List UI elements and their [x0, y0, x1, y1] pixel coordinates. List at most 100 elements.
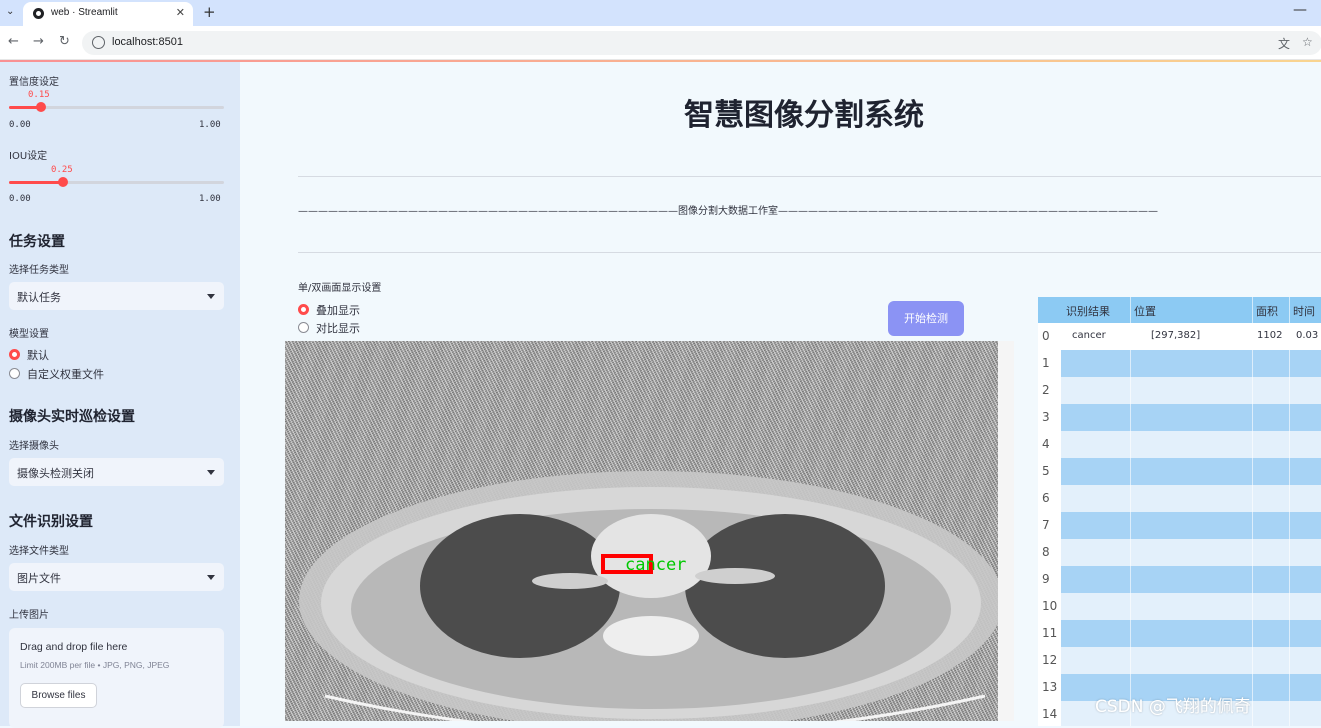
conf-min: 0.00	[9, 120, 31, 130]
iou-label: IOU设定	[9, 151, 48, 162]
forward-arrow-icon[interactable]: →	[33, 34, 44, 49]
tab-title: web · Streamlit	[51, 7, 118, 18]
row-index: 0	[1038, 323, 1061, 350]
camera-label: 选择摄像头	[9, 441, 59, 452]
conf-max: 1.00	[199, 120, 221, 130]
file-section-heading: 文件识别设置	[9, 514, 93, 530]
browse-files-button[interactable]: Browse files	[20, 683, 97, 708]
new-tab-icon[interactable]: +	[203, 3, 216, 21]
conf-label: 置信度设定	[9, 77, 59, 88]
model-option-label: 默认	[27, 349, 49, 362]
table-row[interactable]: 7	[1038, 512, 1321, 539]
table-row[interactable]: 11	[1038, 620, 1321, 647]
iou-max: 1.00	[199, 194, 221, 204]
divider	[298, 176, 1321, 177]
ct-scan-image: cancer	[285, 341, 1014, 721]
table-row[interactable]: 8	[1038, 539, 1321, 566]
column-divider	[1130, 297, 1131, 726]
start-detection-button[interactable]: 开始检测	[888, 301, 964, 336]
display-mode-option-label: 对比显示	[316, 322, 360, 335]
table-row[interactable]: 3	[1038, 404, 1321, 431]
table-row[interactable]: 4	[1038, 431, 1321, 458]
camera-select[interactable]: 摄像头检测关闭	[9, 458, 224, 486]
table-row[interactable]: 2	[1038, 377, 1321, 404]
radio-selected-icon[interactable]	[298, 304, 309, 315]
main-content: 智慧图像分割系统 ———————————————————————————————…	[240, 62, 1321, 726]
divider	[298, 252, 1321, 253]
iou-slider-fill	[9, 181, 63, 184]
site-info-icon[interactable]	[92, 36, 105, 49]
display-mode-label: 单/双画面显示设置	[298, 283, 382, 294]
iou-slider[interactable]	[9, 177, 224, 187]
task-type-select[interactable]: 默认任务	[9, 282, 224, 310]
file-type-select[interactable]: 图片文件	[9, 563, 224, 591]
task-type-label: 选择任务类型	[9, 265, 69, 276]
table-row[interactable]: 0 cancer [297,382] 1102 0.03	[1038, 323, 1321, 350]
file-dropzone[interactable]: Drag and drop file here Limit 200MB per …	[9, 628, 224, 728]
row-index: 8	[1038, 539, 1061, 566]
upload-label: 上传图片	[9, 610, 49, 621]
caret-down-icon	[207, 575, 215, 580]
conf-slider-thumb[interactable]	[36, 102, 47, 112]
task-type-value: 默认任务	[17, 291, 61, 304]
tab-list-chevron-icon[interactable]: ⌄	[6, 6, 14, 17]
iou-value: 0.25	[51, 165, 73, 175]
browser-tab-bar: ⌄ web · Streamlit ✕ + —	[0, 0, 1321, 26]
row-index: 1	[1038, 350, 1061, 377]
radio-unselected-icon[interactable]	[9, 368, 20, 379]
column-divider	[1252, 297, 1253, 726]
reload-icon[interactable]: ↻	[59, 34, 70, 49]
column-header[interactable]: 位置	[1134, 303, 1156, 319]
iou-slider-thumb[interactable]	[57, 177, 68, 187]
camera-section-heading: 摄像头实时巡检设置	[9, 409, 135, 425]
url-text: localhost:8501	[112, 36, 183, 48]
row-index: 4	[1038, 431, 1061, 458]
column-header[interactable]: 面积	[1256, 303, 1278, 319]
cell-area: 1102	[1257, 330, 1283, 341]
table-row[interactable]: 6	[1038, 485, 1321, 512]
file-type-value: 图片文件	[17, 572, 61, 585]
dropzone-limit: Limit 200MB per file • JPG, PNG, JPEG	[20, 660, 170, 670]
caret-down-icon	[207, 294, 215, 299]
task-section-heading: 任务设置	[9, 234, 65, 250]
dropzone-title: Drag and drop file here	[20, 641, 128, 653]
row-index: 9	[1038, 566, 1061, 593]
ct-anatomy-drawing: cancer	[299, 471, 1003, 721]
tab-close-icon[interactable]: ✕	[176, 6, 185, 19]
table-row[interactable]: 12	[1038, 647, 1321, 674]
table-row[interactable]: 9	[1038, 566, 1321, 593]
table-row[interactable]: 10	[1038, 593, 1321, 620]
row-index: 12	[1038, 647, 1061, 674]
column-divider	[1289, 297, 1290, 726]
radio-selected-icon[interactable]	[9, 349, 20, 360]
streamlit-favicon-icon	[33, 8, 44, 19]
table-row[interactable]: 1	[1038, 350, 1321, 377]
conf-value: 0.15	[28, 90, 50, 100]
url-input[interactable]: localhost:8501 文 ☆	[82, 31, 1321, 55]
row-index: 2	[1038, 377, 1061, 404]
sidebar: 置信度设定 0.15 0.00 1.00 IOU设定 0.25 0.00 1.0…	[0, 62, 240, 728]
column-header[interactable]: 识别结果	[1066, 303, 1110, 319]
model-option-label: 自定义权重文件	[27, 368, 104, 381]
csdn-watermark: CSDN @飞翔的佩奇	[1095, 697, 1251, 717]
row-index: 6	[1038, 485, 1061, 512]
conf-slider[interactable]	[9, 102, 224, 112]
back-arrow-icon[interactable]: ←	[8, 34, 19, 49]
page-title: 智慧图像分割系统	[684, 98, 924, 133]
results-table[interactable]: 识别结果 位置 面积 时间 0 cancer [297,382] 1102 0.03 1 2…	[1038, 297, 1321, 726]
browser-tab[interactable]: web · Streamlit ✕	[23, 2, 193, 26]
table-header: 识别结果 位置 面积 时间	[1038, 297, 1321, 323]
cell-position: [297,382]	[1151, 330, 1201, 341]
row-index: 5	[1038, 458, 1061, 485]
image-edge	[998, 341, 1014, 721]
column-header[interactable]: 时间	[1293, 303, 1315, 319]
row-index: 13	[1038, 674, 1061, 701]
row-index: 10	[1038, 593, 1061, 620]
window-minimize-icon[interactable]: —	[1293, 2, 1307, 18]
camera-value: 摄像头检测关闭	[17, 467, 94, 480]
radio-unselected-icon[interactable]	[298, 322, 309, 333]
table-row[interactable]: 5	[1038, 458, 1321, 485]
row-index: 14	[1038, 701, 1061, 726]
bookmark-star-icon[interactable]: ☆	[1302, 35, 1313, 49]
translate-icon[interactable]: 文	[1278, 35, 1290, 52]
